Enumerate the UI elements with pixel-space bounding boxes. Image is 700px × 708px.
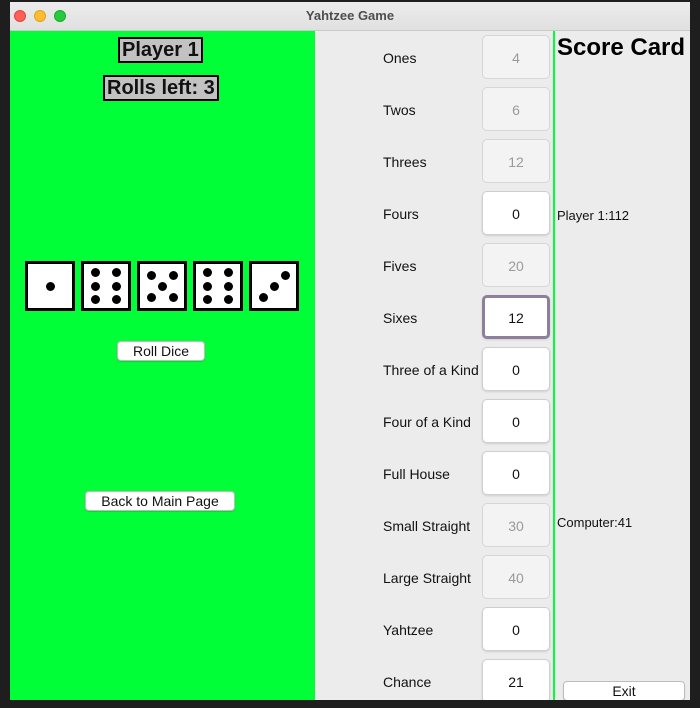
category-row: Chance 21 — [315, 655, 553, 700]
category-score-button[interactable]: 40 — [482, 555, 550, 599]
category-label: Four of a Kind — [383, 414, 471, 430]
die-pip — [45, 281, 55, 291]
category-label: Small Straight — [383, 518, 471, 534]
die-pip — [146, 270, 156, 280]
die-pip — [223, 294, 233, 304]
category-row: Three of a Kind 0 — [315, 343, 553, 395]
die-pip — [168, 292, 178, 302]
die-pip — [91, 294, 101, 304]
category-row: Small Straight 30 — [315, 499, 553, 551]
die-pip — [168, 270, 178, 280]
category-score-button[interactable]: 30 — [482, 503, 550, 547]
dice-panel: Player 1 Rolls left: 3 Roll Dice Back to… — [10, 31, 315, 700]
die-pip — [269, 281, 279, 291]
category-score-button[interactable]: 21 — [482, 659, 550, 700]
category-label: Sixes — [383, 310, 418, 326]
category-label: Large Straight — [383, 570, 471, 586]
computer-total-score: Computer:41 — [557, 515, 633, 530]
category-row: Twos 6 — [315, 83, 553, 135]
category-score-button[interactable]: 0 — [482, 607, 550, 651]
category-row: Full House 0 — [315, 447, 553, 499]
category-score-button[interactable]: 0 — [482, 191, 550, 235]
category-row: Ones 4 — [315, 31, 553, 83]
die-pip — [146, 292, 156, 302]
category-row: Fives 20 — [315, 239, 553, 291]
die-pip — [111, 294, 121, 304]
score-card-title: Score Card — [557, 34, 686, 61]
die-pip — [203, 294, 213, 304]
rolls-left-label: Rolls left: 3 — [103, 75, 219, 101]
category-panel: Ones 4 Twos 6 Threes 12 Fours 0 Fives 20 Sixes 12 Th… — [315, 31, 553, 700]
category-label: Three of a Kind — [383, 362, 479, 378]
roll-dice-button[interactable]: Roll Dice — [117, 341, 205, 361]
die-pip — [280, 270, 290, 280]
die-pip — [91, 281, 101, 291]
category-label: Threes — [383, 154, 427, 170]
category-score-button[interactable]: 0 — [482, 451, 550, 495]
die-3[interactable] — [137, 261, 187, 311]
die-pip — [111, 281, 121, 291]
category-label: Yahtzee — [383, 622, 434, 638]
category-score-button[interactable]: 20 — [482, 243, 550, 287]
die-4[interactable] — [193, 261, 243, 311]
category-score-button[interactable]: 4 — [482, 35, 550, 79]
die-pip — [203, 268, 213, 278]
die-1[interactable] — [25, 261, 75, 311]
category-label: Twos — [383, 102, 416, 118]
category-row: Yahtzee 0 — [315, 603, 553, 655]
title-bar: Yahtzee Game — [10, 2, 690, 31]
die-pip — [91, 268, 101, 278]
category-score-button[interactable]: 0 — [482, 347, 550, 391]
score-card-panel: Score Card Player 1:112 Computer:41 Exit — [553, 31, 690, 700]
die-pip — [157, 281, 167, 291]
yahtzee-window: Yahtzee Game Player 1 Rolls left: 3 Roll… — [10, 2, 690, 700]
player-label: Player 1 — [118, 37, 203, 63]
exit-button[interactable]: Exit — [563, 681, 685, 700]
die-pip — [258, 292, 268, 302]
category-label: Full House — [383, 466, 450, 482]
die-pip — [223, 281, 233, 291]
category-row: Sixes 12 — [315, 291, 553, 343]
window-title: Yahtzee Game — [305, 8, 395, 23]
category-label: Fives — [383, 258, 417, 274]
die-pip — [223, 268, 233, 278]
category-row: Four of a Kind 0 — [315, 395, 553, 447]
back-to-main-button[interactable]: Back to Main Page — [85, 491, 235, 511]
category-label: Fours — [383, 206, 419, 222]
category-label: Chance — [383, 674, 432, 690]
category-score-button[interactable]: 12 — [482, 295, 550, 339]
player-total-score: Player 1:112 — [557, 208, 630, 223]
category-score-button[interactable]: 6 — [482, 87, 550, 131]
category-score-button[interactable]: 12 — [482, 139, 550, 183]
die-2[interactable] — [81, 261, 131, 311]
die-pip — [203, 281, 213, 291]
category-label: Ones — [383, 50, 417, 66]
category-score-button[interactable]: 0 — [482, 399, 550, 443]
category-row: Large Straight 40 — [315, 551, 553, 603]
die-5[interactable] — [249, 261, 299, 311]
category-row: Threes 12 — [315, 135, 553, 187]
die-pip — [111, 268, 121, 278]
dice-row — [25, 261, 299, 311]
category-row: Fours 0 — [315, 187, 553, 239]
